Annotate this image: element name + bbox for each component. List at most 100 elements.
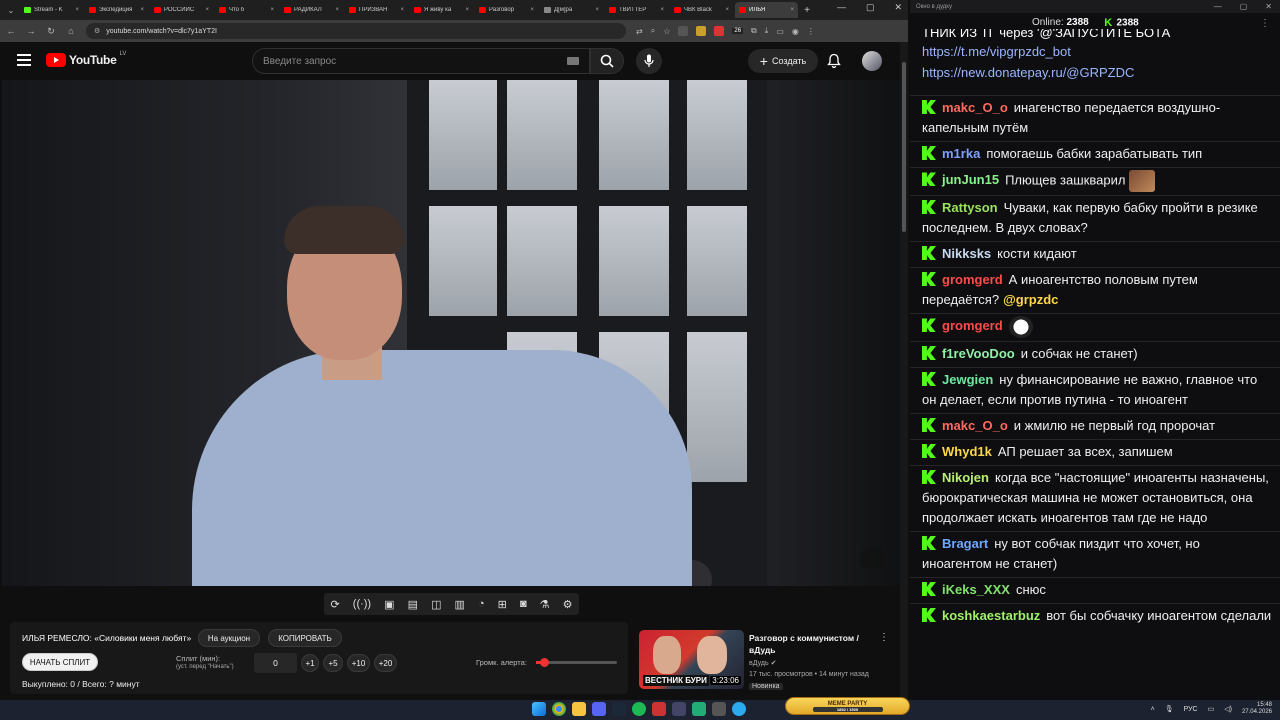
tab-close-icon[interactable]: ×: [335, 7, 339, 13]
chat-username[interactable]: koshkaestarbuz: [942, 608, 1040, 623]
browser-tab[interactable]: ИЛЬЯ ×: [735, 2, 798, 18]
settings-gear-icon[interactable]: ⚙: [563, 598, 573, 611]
forward-icon[interactable]: →: [26, 26, 36, 36]
camera-icon[interactable]: ◙: [520, 598, 527, 610]
browser-tab[interactable]: Разговор ×: [475, 2, 538, 18]
discord-icon[interactable]: [592, 702, 606, 716]
search-button[interactable]: [590, 48, 624, 74]
sidebar-icon[interactable]: ▭: [776, 27, 784, 36]
increment-button[interactable]: +1: [301, 654, 319, 672]
camera-roll-icon[interactable]: ▣: [384, 598, 394, 611]
pinned-link[interactable]: https://t.me/vipgrpzdc_bot: [922, 41, 1272, 62]
chat-username[interactable]: iKeks_XXX: [942, 582, 1010, 597]
clock[interactable]: 15:48 27.04.2026: [1242, 702, 1272, 716]
chat-username[interactable]: Rattyson: [942, 200, 998, 215]
add-screenshot-icon[interactable]: ⊞: [498, 598, 507, 611]
create-button[interactable]: + Создать: [748, 49, 818, 73]
chat-username[interactable]: junJun15: [942, 172, 999, 187]
increment-button[interactable]: +5: [323, 654, 343, 672]
extension-icon[interactable]: [714, 26, 725, 36]
chat-username[interactable]: makc_O_o: [942, 418, 1008, 433]
browser-tab[interactable]: ТВИТТЕР ×: [605, 2, 668, 18]
account-avatar[interactable]: [862, 51, 882, 71]
extension-icon[interactable]: [678, 26, 689, 36]
recommended-video-title[interactable]: Разговор с коммунистом / вДудь: [749, 632, 879, 656]
tab-close-icon[interactable]: ×: [140, 7, 144, 13]
channel-name[interactable]: вДудь ✔: [749, 659, 776, 667]
start-split-button[interactable]: НАЧАТЬ СПЛИТ: [22, 653, 98, 671]
reload-icon[interactable]: ↻: [46, 26, 56, 37]
close-icon[interactable]: ✕: [1265, 2, 1272, 11]
increment-button[interactable]: +10: [347, 654, 370, 672]
minimize-icon[interactable]: —: [837, 2, 846, 13]
extension-icon[interactable]: [696, 26, 707, 36]
download-icon[interactable]: ⤓: [765, 26, 769, 36]
steam-icon[interactable]: [612, 702, 626, 716]
mic-tray-icon[interactable]: 🎙: [1165, 705, 1174, 713]
chat-username[interactable]: Bragart: [942, 536, 988, 551]
pinned-link[interactable]: https://new.donatepay.ru/@GRPZDC: [922, 62, 1272, 83]
tab-close-icon[interactable]: ×: [400, 7, 404, 13]
tab-close-icon[interactable]: ×: [725, 7, 729, 13]
bookmark-star-icon[interactable]: ☆: [663, 27, 670, 36]
puzzle-icon[interactable]: ⧉: [751, 26, 757, 36]
chat-username[interactable]: f1reVooDoo: [942, 346, 1015, 361]
chat-settings-icon[interactable]: ⋮: [1260, 18, 1270, 29]
app-icon[interactable]: [652, 702, 666, 716]
broadcast-icon[interactable]: ((·)): [353, 598, 371, 610]
chat-username[interactable]: Jewgien: [942, 372, 993, 387]
back-icon[interactable]: ←: [6, 26, 16, 36]
page-scrollbar[interactable]: [900, 42, 908, 700]
video-player[interactable]: [2, 80, 900, 586]
profile-icon[interactable]: ◉: [792, 27, 799, 36]
browser-tab[interactable]: РОССИЙС ×: [150, 2, 213, 18]
search-input[interactable]: Введите запрос: [252, 48, 590, 74]
browser-tab[interactable]: Что б ×: [215, 2, 278, 18]
browser-tab[interactable]: Stream - K ×: [20, 2, 83, 18]
tab-close-icon[interactable]: ×: [465, 7, 469, 13]
telegram-icon[interactable]: [732, 702, 746, 716]
chat-username[interactable]: makc_O_o: [942, 100, 1008, 115]
app-icon[interactable]: [712, 702, 726, 716]
zoom-icon[interactable]: ⌕: [651, 26, 655, 36]
menu-icon[interactable]: ⋮: [807, 27, 815, 36]
chat-username[interactable]: gromgerd: [942, 272, 1003, 287]
home-icon[interactable]: ⌂: [66, 26, 76, 36]
chat-mention[interactable]: @grpzdc: [1003, 292, 1058, 307]
flask-icon[interactable]: ⚗: [540, 598, 550, 611]
network-icon[interactable]: ▭: [1208, 705, 1215, 713]
recommended-video[interactable]: ВЕСТНИК БУРИ 3:23:06 Разговор с коммунис…: [639, 630, 899, 692]
keyboard-icon[interactable]: [567, 57, 579, 65]
alert-volume-slider[interactable]: [536, 658, 617, 667]
browser-tab[interactable]: Я живу ка ×: [410, 2, 473, 18]
browser-tab[interactable]: Экспедиция ×: [85, 2, 148, 18]
windows-start-icon[interactable]: [532, 702, 546, 716]
youtube-logo[interactable]: YouTube LV: [46, 51, 126, 67]
copy-button[interactable]: КОПИРОВАТЬ: [268, 629, 342, 647]
loop-icon[interactable]: ⟳: [331, 598, 340, 611]
tab-search-icon[interactable]: ⌄: [4, 3, 18, 17]
tab-close-icon[interactable]: ×: [595, 7, 599, 13]
app-icon[interactable]: [672, 702, 686, 716]
maximize-icon[interactable]: ▢: [866, 2, 875, 13]
tray-chevron-icon[interactable]: ˄: [1151, 706, 1155, 713]
more-options-icon[interactable]: ⋮: [879, 632, 889, 643]
slider-handle[interactable]: [540, 658, 550, 667]
chat-username[interactable]: m1rka: [942, 146, 980, 161]
minimize-icon[interactable]: —: [1214, 2, 1222, 11]
maximize-icon[interactable]: ▢: [1240, 2, 1248, 11]
browser-tab[interactable]: Д[м]ра ×: [540, 2, 603, 18]
film-icon[interactable]: ▤: [408, 598, 418, 611]
picture-in-picture-icon[interactable]: ◫: [431, 598, 441, 611]
notifications-bell-icon[interactable]: [826, 53, 842, 69]
speed-icon[interactable]: ◔: [478, 598, 485, 610]
chrome-icon[interactable]: [552, 702, 566, 716]
split-minutes-input[interactable]: 0: [254, 653, 297, 673]
volume-icon[interactable]: ◁): [1224, 705, 1232, 713]
close-icon[interactable]: ✕: [894, 2, 902, 13]
auction-button[interactable]: На аукцион: [198, 629, 260, 647]
browser-tab[interactable]: ЧВК Black ×: [670, 2, 733, 18]
meme-party-widget[interactable]: MEME PARTY 1852 / 1500: [785, 697, 910, 715]
tab-close-icon[interactable]: ×: [270, 7, 274, 13]
chat-username[interactable]: Whyd1k: [942, 444, 992, 459]
